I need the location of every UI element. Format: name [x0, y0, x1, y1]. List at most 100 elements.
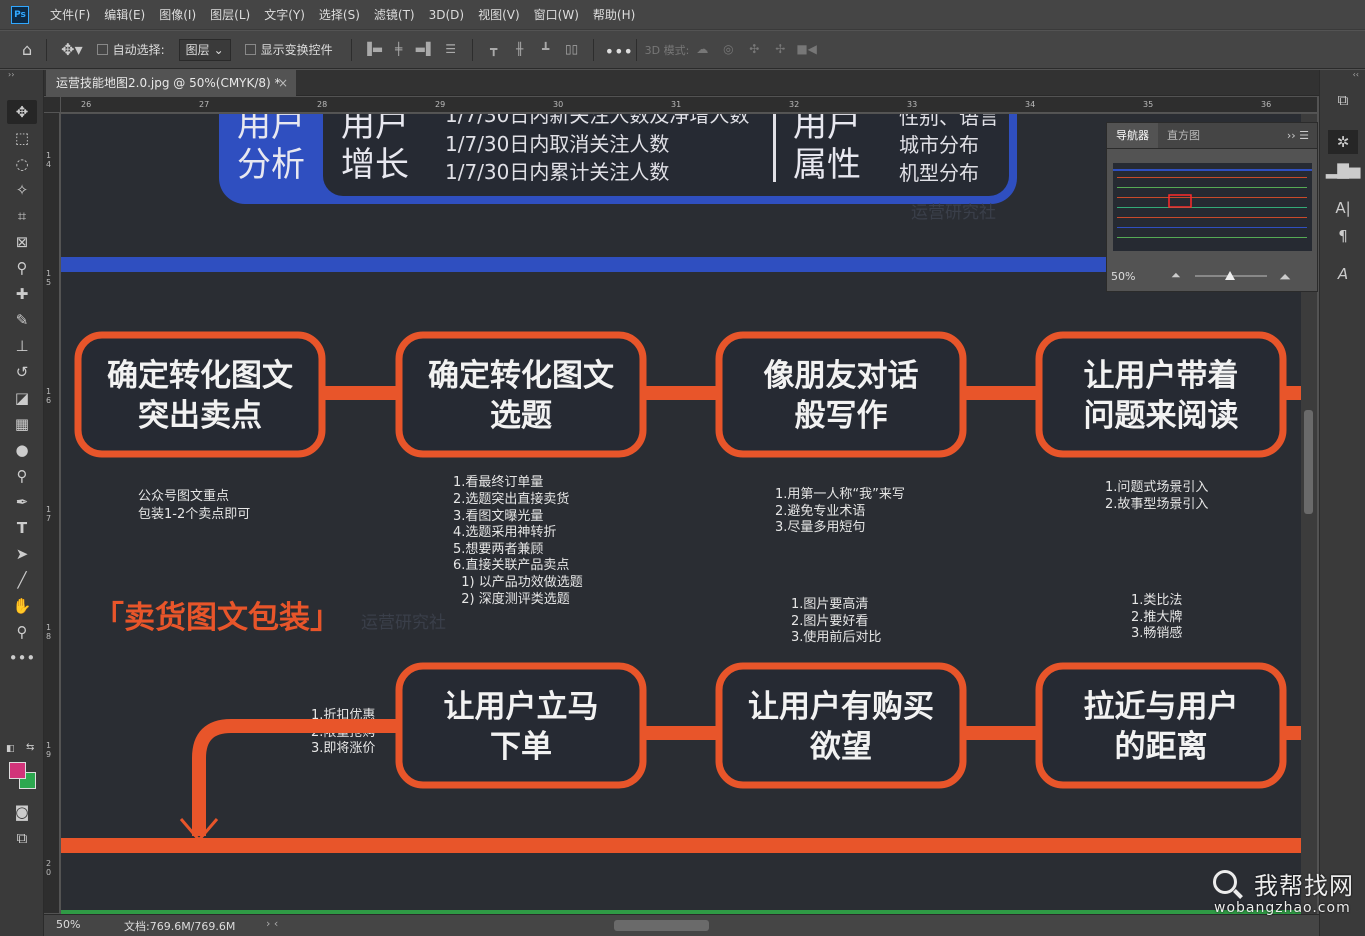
banner-col3-item: 性别、语言: [899, 114, 999, 129]
layer-select-dropdown[interactable]: 图层 ⌄: [178, 38, 231, 61]
3d-slide-icon[interactable]: ✢: [770, 42, 790, 58]
auto-select-checkbox[interactable]: 自动选择:: [96, 41, 165, 58]
status-doc-size: 文档:769.6M/769.6M: [124, 920, 236, 933]
node-note: 1.用第一人称“我”来写: [775, 487, 905, 502]
magic-wand-tool-icon[interactable]: ✧: [7, 178, 37, 202]
path-selection-tool-icon[interactable]: ➤: [7, 542, 37, 566]
line-tool-icon[interactable]: ╱: [7, 568, 37, 592]
ruler-origin[interactable]: [44, 97, 61, 113]
vertical-ruler[interactable]: 14 15 16 17 18 19 20: [44, 113, 60, 913]
zoom-out-icon[interactable]: ⏶: [1171, 268, 1181, 283]
align-horizontal-center-icon[interactable]: ╪: [389, 42, 409, 58]
menu-view[interactable]: 视图(V): [471, 0, 527, 30]
node-label: 让用户立马: [444, 689, 599, 725]
banner-col2-item: 1/7/30日内累计关注人数: [445, 160, 669, 184]
document-tab[interactable]: 运营技能地图2.0.jpg @ 50%(CMYK/8) * ×: [46, 70, 296, 96]
flow-node: 拉近与用户 的距离: [1035, 662, 1287, 789]
view-box[interactable]: [1168, 194, 1192, 208]
dodge-tool-icon[interactable]: ⚲: [7, 464, 37, 488]
lasso-tool-icon[interactable]: ◌: [7, 152, 37, 176]
distribute-vertical-icon[interactable]: ☰: [441, 42, 461, 58]
banner-col2-item: 1/7/30日内取消关注人数: [445, 132, 669, 156]
pen-tool-icon[interactable]: ✒: [7, 490, 37, 514]
marquee-tool-icon[interactable]: ⬚: [7, 126, 37, 150]
edit-toolbar-icon[interactable]: •••: [7, 646, 37, 670]
status-zoom[interactable]: 50%: [56, 918, 80, 931]
quick-mask-icon[interactable]: ◙: [7, 800, 37, 824]
navigator-zoom-bar: 50% ⏶ ⏶: [1107, 263, 1319, 291]
menu-file[interactable]: 文件(F): [43, 0, 97, 30]
menu-type[interactable]: 文字(Y): [257, 0, 312, 30]
paragraph-panel-icon[interactable]: ¶: [1328, 224, 1358, 248]
menu-select[interactable]: 选择(S): [312, 0, 367, 30]
zoom-tool-icon[interactable]: ⚲: [7, 620, 37, 644]
horizontal-scroll-thumb[interactable]: [614, 920, 709, 931]
menu-window[interactable]: 窗口(W): [527, 0, 586, 30]
3d-roll-icon[interactable]: ◎: [718, 42, 738, 58]
right-panel-dock: ‹‹ ⧉ ✲ ▂▇▅ A| ¶ A: [1319, 70, 1365, 936]
ruler-tick-label: 15: [46, 269, 52, 287]
eyedropper-tool-icon[interactable]: ⚲: [7, 256, 37, 280]
character-panel-icon[interactable]: A|: [1328, 196, 1358, 220]
scroll-thumb[interactable]: [1304, 410, 1313, 514]
status-menu-arrow-icon[interactable]: › ‹: [266, 917, 278, 930]
eraser-tool-icon[interactable]: ◪: [7, 386, 37, 410]
frame-tool-icon[interactable]: ⊠: [7, 230, 37, 254]
foreground-color-swatch[interactable]: [9, 762, 26, 779]
align-vertical-center-icon[interactable]: ╫: [510, 42, 530, 58]
3d-pan-icon[interactable]: ✣: [744, 42, 764, 58]
screen-mode-icon[interactable]: ⧉: [7, 826, 37, 850]
gradient-tool-icon[interactable]: ▦: [7, 412, 37, 436]
default-colors-icon[interactable]: ◧: [6, 744, 15, 754]
node-note: 公众号图文重点: [138, 488, 229, 504]
ruler-tick-label: 16: [46, 387, 52, 405]
glyphs-panel-icon[interactable]: A: [1328, 262, 1358, 286]
navigator-panel-icon[interactable]: ✲: [1328, 130, 1358, 154]
hand-tool-icon[interactable]: ✋: [7, 594, 37, 618]
type-tool-icon[interactable]: T: [7, 516, 37, 540]
blur-tool-icon[interactable]: ●: [7, 438, 37, 462]
zoom-slider-knob[interactable]: [1225, 271, 1235, 280]
move-tool-icon[interactable]: ✥: [7, 100, 37, 124]
histogram-panel-icon[interactable]: ▂▇▅: [1326, 158, 1361, 182]
horizontal-ruler[interactable]: 26 27 28 29 30 31 32 33 34 35 36: [61, 97, 1317, 113]
menu-filter[interactable]: 滤镜(T): [367, 0, 422, 30]
brush-tool-icon[interactable]: ✎: [7, 308, 37, 332]
navigator-thumbnail[interactable]: [1113, 163, 1312, 251]
3d-scale-icon[interactable]: ■◀: [796, 42, 817, 58]
swap-colors-icon[interactable]: ⇆: [26, 742, 34, 753]
banner-col3-item: 城市分布: [899, 133, 979, 157]
flow-node: 让用户有购买 欲望: [715, 662, 967, 789]
ruler-tick-label: 27: [199, 100, 210, 109]
align-left-icon[interactable]: ▐▬: [363, 42, 384, 58]
show-transform-checkbox[interactable]: 显示变换控件: [244, 41, 333, 58]
menu-help[interactable]: 帮助(H): [586, 0, 642, 30]
home-icon[interactable]: ⌂: [22, 40, 32, 59]
collapse-icon[interactable]: ‹‹: [1320, 70, 1365, 84]
menu-image[interactable]: 图像(I): [152, 0, 203, 30]
more-options-icon[interactable]: •••: [605, 42, 633, 61]
node-label: 般写作: [795, 398, 888, 434]
3d-orbit-icon[interactable]: ☁: [692, 42, 712, 58]
align-right-icon[interactable]: ▬▌: [415, 42, 436, 58]
move-tool-preset-icon[interactable]: ✥▾: [61, 40, 82, 59]
tab-histogram[interactable]: 直方图: [1158, 123, 1209, 148]
panel-menu-icon[interactable]: ›› ☰: [1279, 123, 1317, 148]
history-panel-icon[interactable]: ⧉: [1328, 88, 1358, 112]
healing-brush-tool-icon[interactable]: ✚: [7, 282, 37, 306]
crop-tool-icon[interactable]: ⌗: [7, 204, 37, 228]
menu-edit[interactable]: 编辑(E): [97, 0, 152, 30]
node-note: 2.图片要好看: [791, 613, 868, 629]
collapse-icon[interactable]: ››: [0, 70, 43, 84]
menu-layer[interactable]: 图层(L): [203, 0, 257, 30]
zoom-in-icon[interactable]: ⏶: [1279, 268, 1291, 286]
distribute-horizontal-icon[interactable]: ▯▯: [562, 42, 582, 58]
tab-navigator[interactable]: 导航器: [1107, 123, 1158, 148]
history-brush-tool-icon[interactable]: ↺: [7, 360, 37, 384]
align-top-icon[interactable]: ┳: [484, 42, 504, 58]
stamp-tool-icon[interactable]: ⊥: [7, 334, 37, 358]
close-icon[interactable]: ×: [278, 70, 288, 96]
align-bottom-icon[interactable]: ┻: [536, 42, 556, 58]
menu-3d[interactable]: 3D(D): [422, 0, 471, 30]
node-note: 1.类比法: [1131, 593, 1182, 608]
